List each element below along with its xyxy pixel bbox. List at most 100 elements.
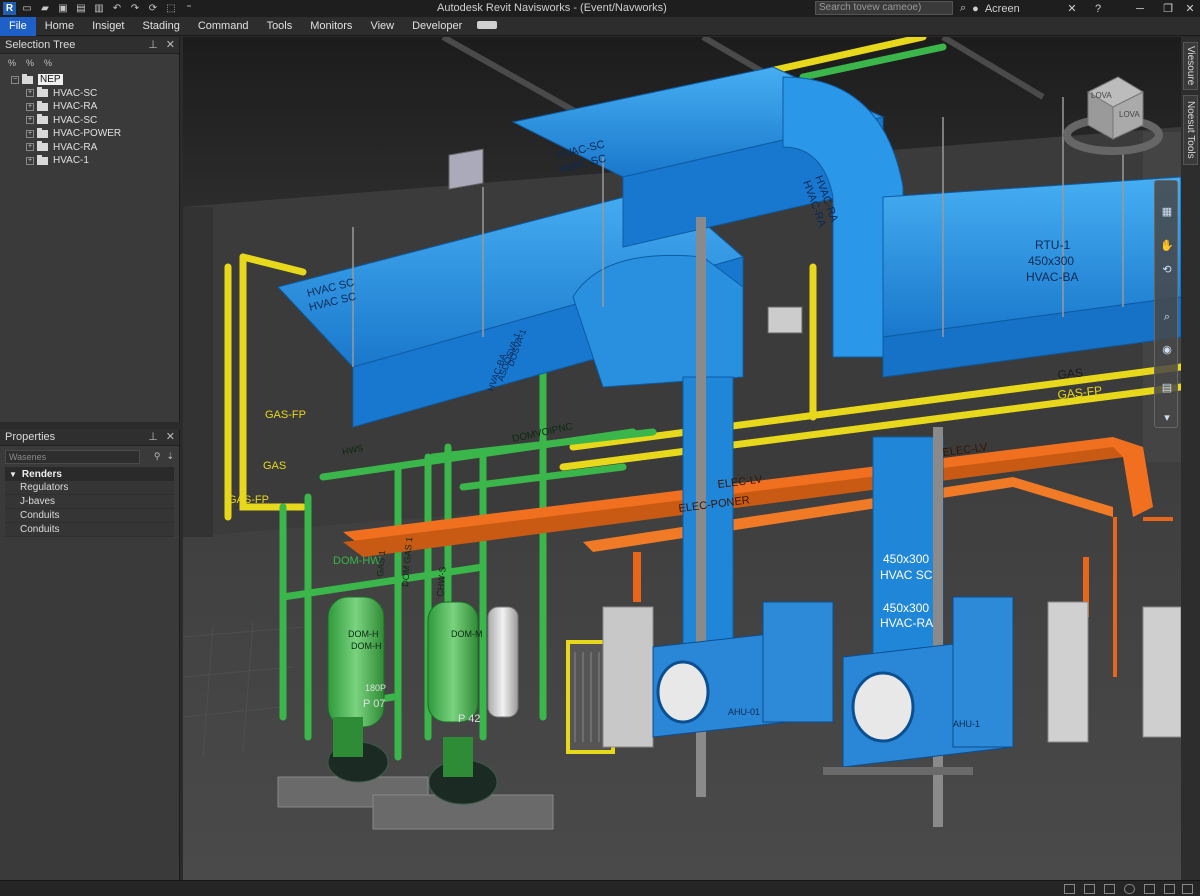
window-icon[interactable] — [1164, 884, 1175, 894]
properties-search-input[interactable]: Wasenes — [5, 449, 140, 464]
tree-root-label: NEP — [38, 74, 63, 86]
close-button[interactable]: ✕ — [1178, 0, 1200, 17]
user-name[interactable]: Acreen — [985, 3, 1020, 15]
new-file-icon[interactable]: ▭ — [20, 2, 34, 15]
grid-icon[interactable] — [1104, 884, 1115, 894]
expand-icon[interactable]: + — [26, 116, 34, 125]
tree-tool-3-icon[interactable]: % — [44, 58, 52, 68]
settings-icon[interactable]: ▾ — [1159, 409, 1175, 425]
panel-close-icon[interactable]: ✕ — [166, 430, 175, 443]
access-panel — [448, 148, 484, 190]
walk-icon[interactable]: ▤ — [1159, 379, 1175, 395]
tab-file[interactable]: File — [0, 16, 36, 36]
options-icon[interactable]: ⇣ — [166, 451, 174, 462]
fullscreen-icon[interactable] — [1182, 884, 1193, 894]
folder-icon — [37, 114, 48, 125]
pin-icon[interactable]: ⊥ — [148, 430, 158, 443]
binoculars-icon[interactable]: ⌕ — [960, 2, 966, 15]
ribbon-tabs: File Home Insiget Stading Command Tools … — [0, 16, 1200, 36]
section-collapse-icon[interactable]: ▼ — [9, 470, 17, 479]
undo-icon[interactable]: ↶ — [110, 2, 124, 15]
orbit-icon[interactable]: ⟲ — [1159, 261, 1175, 277]
tab-insight[interactable]: Insiget — [83, 17, 133, 36]
pump-label: P 42 — [458, 713, 480, 725]
properties-title: Properties — [5, 431, 56, 443]
pan-icon[interactable]: ✋ — [1159, 237, 1175, 253]
folder-icon — [37, 154, 48, 165]
pump-label: P 07 — [363, 698, 385, 710]
save-icon[interactable]: ▣ — [56, 2, 70, 15]
model-icon[interactable] — [1084, 884, 1095, 894]
save-as-icon[interactable]: ▤ — [74, 2, 88, 15]
collapse-icon[interactable]: − — [11, 75, 19, 84]
folder-icon — [37, 87, 48, 98]
equipment-label: AHU-1 — [953, 719, 980, 729]
quick-access-dropdown-icon[interactable]: ⁼ — [182, 2, 196, 15]
tree-tool-2-icon[interactable]: % — [26, 58, 34, 68]
tree-item-label: HVAC-SC — [53, 87, 98, 99]
app-logo-icon[interactable]: R — [3, 2, 16, 15]
help-icon[interactable]: ? — [1086, 0, 1110, 17]
panel-close-icon[interactable]: ✕ — [166, 38, 175, 51]
tab-tools[interactable]: Tools — [258, 17, 302, 36]
tree-item[interactable]: + HVAC-SC — [26, 87, 179, 101]
sheet-icon[interactable] — [1064, 884, 1075, 894]
tab-home[interactable]: Home — [36, 17, 83, 36]
duct-label: HVAC-BA — [1026, 270, 1078, 284]
redo-icon[interactable]: ↷ — [128, 2, 142, 15]
pipe-label: GAS-FP — [228, 494, 269, 506]
expand-icon[interactable]: + — [26, 156, 34, 165]
filter-icon[interactable]: ⚲ — [154, 451, 161, 462]
tab-measure-tools[interactable]: Noesut Tools — [1183, 95, 1198, 165]
tab-viewpoints[interactable]: Viesoure — [1183, 42, 1198, 90]
tree-root[interactable]: − NEP — [11, 73, 179, 87]
folder-icon — [22, 73, 33, 84]
control-panel — [1047, 601, 1089, 743]
tab-command[interactable]: Command — [189, 17, 258, 36]
tree-item[interactable]: + HVAC-SC — [26, 114, 179, 128]
pipe-label: GAS-FP — [265, 409, 306, 421]
tree-item[interactable]: + HVAC-RA — [26, 100, 179, 114]
expand-icon[interactable]: + — [26, 89, 34, 98]
model-scene: HVAC-SC HVAC SC HVAC SC HVAC SC HVAC-RA … — [183, 37, 1181, 880]
expand-icon[interactable]: + — [26, 129, 34, 138]
ribbon-toggle-icon[interactable] — [471, 17, 503, 36]
refresh-icon[interactable]: ⟳ — [146, 2, 160, 15]
tab-staging[interactable]: Stading — [134, 17, 189, 36]
3d-viewport[interactable]: HVAC-SC HVAC SC HVAC SC HVAC SC HVAC-RA … — [183, 37, 1181, 880]
tree-item[interactable]: + HVAC-POWER — [26, 127, 179, 141]
steering-wheel-icon[interactable]: ▦ — [1159, 203, 1175, 219]
status-bar — [0, 880, 1200, 896]
exchange-icon[interactable]: ✕ — [1060, 0, 1084, 17]
property-row[interactable]: Conduits — [5, 509, 174, 523]
title-bar: R ▭ ▰ ▣ ▤ ▥ ↶ ↷ ⟳ ⬚ ⁼ Autodesk Revit Nav… — [0, 0, 1200, 17]
property-section[interactable]: ▼ Renders — [5, 467, 174, 481]
property-row[interactable]: Regulators — [5, 481, 174, 495]
pin-icon[interactable]: ⊥ — [148, 38, 158, 51]
tree-tool-1-icon[interactable]: % — [8, 58, 16, 68]
minimize-button[interactable]: ─ — [1128, 0, 1152, 17]
tab-developer[interactable]: Developer — [403, 17, 471, 36]
expand-icon[interactable]: + — [26, 102, 34, 111]
select-icon[interactable]: ⬚ — [164, 2, 178, 15]
riser-label: HVAC SC — [880, 568, 933, 582]
print-icon[interactable]: ▥ — [92, 2, 106, 15]
search-input[interactable]: Search tovew cameoe) — [815, 1, 953, 15]
tab-monitors[interactable]: Monitors — [301, 17, 361, 36]
control-panel — [602, 606, 654, 748]
user-icon[interactable]: ● — [972, 3, 979, 15]
open-folder-icon[interactable]: ▰ — [38, 2, 52, 15]
tree-item-label: HVAC-RA — [53, 141, 98, 153]
tab-view[interactable]: View — [361, 17, 403, 36]
layout-icon[interactable] — [1144, 884, 1155, 894]
performance-icon[interactable] — [1124, 884, 1135, 894]
control-panel — [1142, 606, 1181, 738]
tree-item[interactable]: + HVAC-RA — [26, 141, 179, 155]
property-row[interactable]: J-baves — [5, 495, 174, 509]
restore-button[interactable]: ❐ — [1156, 0, 1180, 17]
expand-icon[interactable]: + — [26, 143, 34, 152]
look-icon[interactable]: ◉ — [1159, 341, 1175, 357]
property-row[interactable]: Conduits — [5, 523, 174, 537]
zoom-icon[interactable]: ⌕ — [1159, 309, 1175, 325]
tree-item[interactable]: + HVAC-1 — [26, 154, 179, 168]
